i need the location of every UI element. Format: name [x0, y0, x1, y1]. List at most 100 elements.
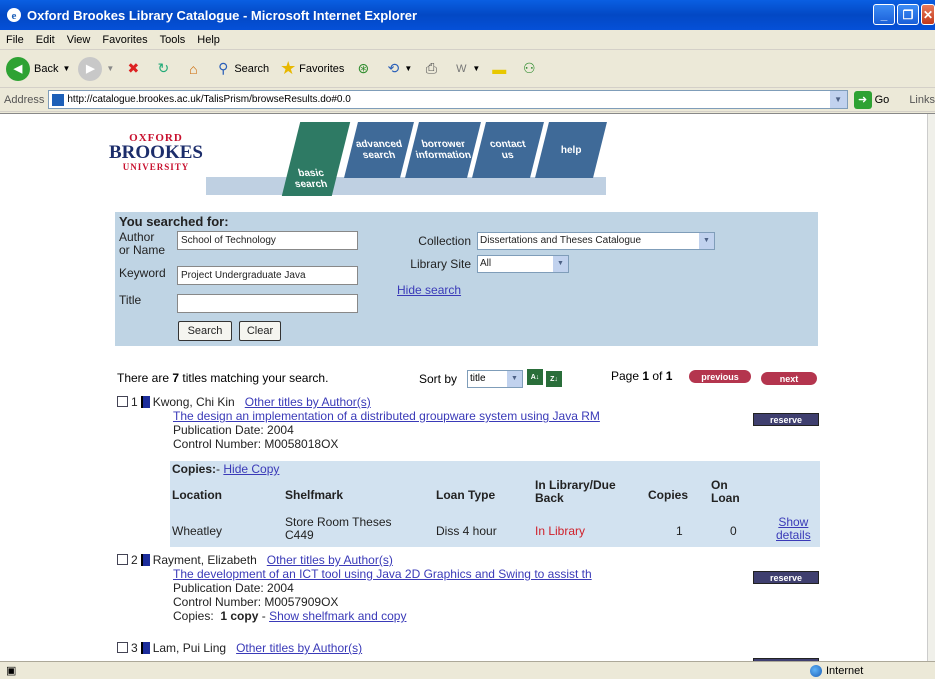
favorites-button[interactable]: ★ Favorites: [277, 58, 344, 80]
record-2-show-shelfmark-link[interactable]: Show shelfmark and copy: [269, 609, 406, 623]
tab-advanced-search[interactable]: advanced search: [344, 122, 414, 178]
home-icon: ⌂: [189, 60, 198, 77]
close-button[interactable]: ✕: [921, 4, 935, 25]
history-button[interactable]: ⟲ ▼: [382, 58, 413, 80]
previous-button[interactable]: previous: [689, 370, 751, 383]
keyword-input[interactable]: Project Undergraduate Java: [177, 266, 358, 285]
star-icon: ★: [280, 58, 297, 78]
edit-button[interactable]: W ▼: [450, 58, 480, 80]
col-location: Location: [172, 488, 222, 502]
menu-bar: File Edit View Favorites Tools Help: [0, 30, 935, 50]
next-button[interactable]: next: [761, 372, 817, 385]
keyword-label: Keyword: [119, 266, 166, 280]
chevron-down-icon: ▼: [553, 256, 568, 272]
go-button[interactable]: ➜ Go: [853, 90, 889, 109]
chevron-down-icon: ▼: [106, 64, 115, 73]
tab-contact-line2: us: [500, 150, 516, 161]
menu-tools[interactable]: Tools: [160, 34, 186, 46]
page-status-icon: ▣: [6, 665, 17, 677]
print-icon: ⎙: [425, 60, 437, 76]
media-button[interactable]: ⊛: [352, 58, 374, 80]
menu-view[interactable]: View: [67, 34, 91, 46]
record-1-other-titles-link[interactable]: Other titles by Author(s): [245, 395, 371, 409]
page-mid: of: [649, 369, 666, 383]
hide-copy-link[interactable]: Hide Copy: [223, 462, 279, 476]
col-onloan-line2: Loan: [711, 491, 740, 505]
record-1-checkbox[interactable]: [117, 396, 128, 407]
cell-shelfmark-line2: C449: [285, 528, 314, 542]
chevron-down-icon: ▼: [62, 64, 71, 73]
folder-button[interactable]: ▬: [488, 58, 510, 80]
address-input[interactable]: http://catalogue.brookes.ac.uk/TalisPris…: [48, 90, 848, 109]
refresh-button[interactable]: ↻: [152, 58, 174, 80]
record-1-title-link[interactable]: The design an implementation of a distri…: [117, 409, 827, 423]
stop-button[interactable]: ✖: [122, 58, 144, 80]
links-button[interactable]: Links: [909, 94, 935, 106]
cell-inlibrary: In Library: [535, 524, 586, 538]
record-3-other-titles-link[interactable]: Other titles by Author(s): [236, 641, 362, 655]
record-3: 3 Lam, Pui Ling Other titles by Author(s): [117, 641, 827, 661]
messenger-button[interactable]: ⚇: [518, 58, 540, 80]
title-input[interactable]: [177, 294, 358, 313]
record-2-header: 2 Rayment, Elizabeth Other titles by Auth…: [117, 553, 827, 567]
sort-ascending-icon[interactable]: A↓: [527, 369, 543, 385]
status-bar: ▣ Internet: [0, 661, 935, 679]
window-title: Oxford Brookes Library Catalogue - Micro…: [27, 7, 418, 23]
chevron-down-icon[interactable]: ▼: [829, 91, 847, 108]
record-2-other-titles-link[interactable]: Other titles by Author(s): [267, 553, 393, 567]
record-1-number: 1: [131, 395, 138, 409]
menu-edit[interactable]: Edit: [36, 34, 55, 46]
menu-file[interactable]: File: [6, 34, 24, 46]
tab-contact-us[interactable]: contact us: [472, 122, 544, 178]
search-submit-button[interactable]: Search: [178, 321, 232, 341]
messenger-icon: ⚇: [522, 60, 536, 76]
search-button[interactable]: ⚲ Search: [212, 58, 269, 80]
tab-help[interactable]: help: [535, 122, 607, 178]
col-inlibrary-line2: Back: [535, 491, 564, 505]
cell-shelfmark: Store Room Theses C449: [285, 516, 392, 542]
book-icon: [140, 642, 150, 654]
vertical-scrollbar[interactable]: [927, 114, 935, 661]
site-select[interactable]: All ▼: [477, 255, 569, 273]
cell-copies: 1: [676, 524, 683, 538]
record-2-copies: Copies: 1 copy - Show shelfmark and copy: [117, 609, 827, 623]
record-1-reserve-button[interactable]: reserve: [753, 413, 819, 426]
favorites-label: Favorites: [299, 62, 345, 75]
hide-search-link[interactable]: Hide search: [397, 283, 461, 297]
result-count: There are 7 titles matching your search.: [117, 371, 328, 385]
cell-onloan: 0: [730, 524, 737, 538]
record-2-copies-sep: -: [258, 609, 270, 623]
maximize-button[interactable]: ❐: [897, 4, 919, 25]
tab-borrower-information[interactable]: borrower information: [405, 122, 481, 178]
tab-contact-line1: contact: [488, 139, 528, 150]
record-2-checkbox[interactable]: [117, 554, 128, 565]
minimize-button[interactable]: _: [873, 4, 895, 25]
chevron-down-icon: ▼: [507, 371, 522, 387]
record-2-reserve-button[interactable]: reserve: [753, 571, 819, 584]
site-header: OXFORD BROOKES UNIVERSITY basic search ad…: [106, 122, 607, 196]
stop-icon: ✖: [127, 60, 140, 76]
sort-descending-icon[interactable]: Z↓: [546, 371, 562, 387]
author-input[interactable]: School of Technology: [177, 231, 358, 250]
ie-window: e Oxford Brookes Library Catalogue - Mic…: [0, 0, 935, 679]
back-button[interactable]: ◀ Back ▼: [6, 56, 71, 81]
record-3-checkbox[interactable]: [117, 642, 128, 653]
zone-label: Internet: [826, 664, 864, 677]
menu-help[interactable]: Help: [197, 34, 220, 46]
tab-advanced-line2: search: [361, 150, 397, 161]
record-2-author: Rayment, Elizabeth: [152, 553, 257, 567]
chevron-down-icon: ▼: [404, 64, 413, 73]
title-bar: e Oxford Brookes Library Catalogue - Mic…: [0, 0, 935, 30]
sort-select[interactable]: title ▼: [467, 370, 523, 388]
record-2-title-link[interactable]: The development of an ICT tool using Jav…: [117, 567, 827, 581]
forward-button[interactable]: ▶ ▼: [78, 56, 115, 81]
record-3-header: 3 Lam, Pui Ling Other titles by Author(s): [117, 641, 827, 655]
history-icon: ⟲: [387, 60, 400, 76]
clear-button[interactable]: Clear: [239, 321, 281, 341]
home-button[interactable]: ⌂: [182, 58, 204, 80]
print-button[interactable]: ⎙: [420, 58, 442, 80]
show-details-link[interactable]: Show details: [776, 516, 811, 542]
collection-select[interactable]: Dissertations and Theses Catalogue ▼: [477, 232, 715, 250]
go-arrow-icon: ➜: [853, 90, 872, 109]
menu-favorites[interactable]: Favorites: [102, 34, 147, 46]
